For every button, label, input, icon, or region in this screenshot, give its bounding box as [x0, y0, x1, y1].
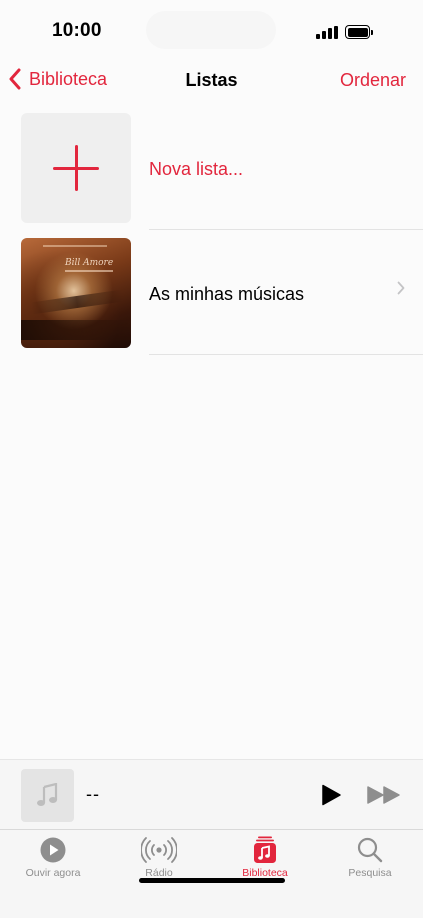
battery-icon — [345, 25, 373, 39]
playlist-artwork: Bill Amore — [21, 238, 131, 348]
fast-forward-button[interactable] — [366, 785, 402, 805]
status-bar: 10:00 — [0, 0, 423, 62]
mini-player-artwork — [21, 769, 74, 822]
tab-label: Pesquisa — [348, 867, 392, 879]
tab-search[interactable]: Pesquisa — [320, 836, 420, 879]
tab-radio[interactable]: Rádio — [109, 836, 209, 879]
dynamic-island — [146, 11, 276, 49]
playlist-label: As minhas músicas — [149, 284, 305, 304]
music-library-icon — [254, 836, 276, 863]
row-divider — [149, 354, 423, 355]
chevron-right-icon — [397, 281, 405, 295]
new-playlist-artwork — [21, 113, 131, 223]
radio-waves-icon — [141, 837, 177, 863]
tab-library[interactable]: Biblioteca — [215, 836, 315, 879]
playlists-screen: 10:00 Biblioteca Listas Ordenar Nova lis… — [0, 0, 423, 918]
play-button[interactable] — [320, 784, 342, 806]
home-indicator — [139, 878, 285, 883]
music-note-icon — [37, 783, 58, 806]
playlist-row-my-songs[interactable]: Bill Amore As minhas músicas — [0, 230, 423, 355]
search-icon — [357, 837, 383, 863]
play-circle-icon — [40, 837, 66, 863]
tab-bar: Ouvir agora Rádio Biblioteca Pesquisa — [0, 829, 423, 918]
status-time: 10:00 — [52, 20, 102, 41]
navigation-bar: Biblioteca Listas Ordenar — [0, 62, 423, 102]
tab-listen-now[interactable]: Ouvir agora — [3, 836, 103, 879]
cover-title: Bill Amore — [65, 258, 114, 268]
tab-label: Ouvir agora — [25, 867, 81, 879]
new-playlist-label: Nova lista... — [149, 159, 244, 179]
now-playing-title: -- — [86, 784, 100, 804]
new-playlist-row[interactable]: Nova lista... — [0, 105, 423, 230]
mini-player[interactable]: -- — [0, 759, 423, 829]
cellular-signal-icon — [316, 26, 338, 39]
sort-button[interactable]: Ordenar — [340, 70, 406, 91]
